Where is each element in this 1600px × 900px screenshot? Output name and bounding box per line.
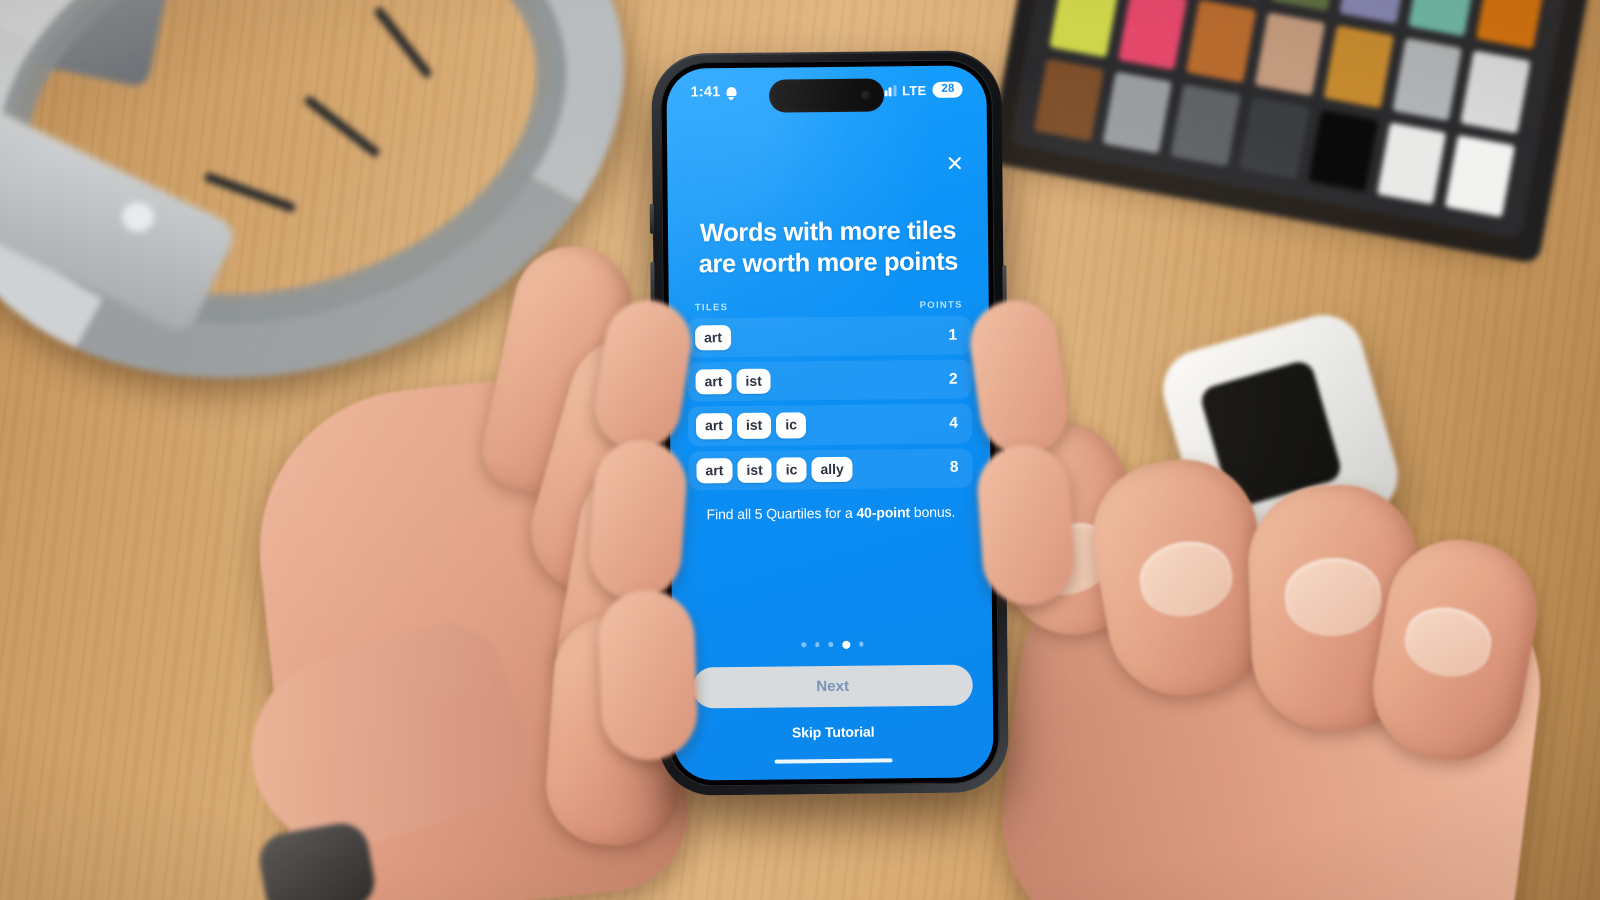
word-tile: ic	[776, 456, 807, 483]
word-tile: art	[695, 413, 733, 439]
word-tile: art	[696, 457, 733, 483]
page-dot[interactable]	[828, 642, 833, 647]
skip-tutorial-button[interactable]: Skip Tutorial	[693, 722, 973, 741]
word-tile: ic	[776, 412, 807, 439]
phone-screen: 1:41 LTE 28 Words with more tiles are wo…	[666, 65, 994, 781]
next-button[interactable]: Next	[692, 664, 973, 708]
word-tile: ist	[737, 457, 772, 483]
page-indicator[interactable]	[692, 639, 972, 650]
points-value: 4	[949, 414, 959, 432]
column-header-tiles: TILES	[694, 302, 729, 314]
word-tile: ist	[736, 368, 771, 395]
word-tile: art	[695, 369, 732, 395]
right-finger-front-2	[974, 441, 1078, 609]
table-row: art ist ic ally 8	[688, 448, 973, 491]
points-value: 1	[948, 326, 958, 344]
bonus-suffix: bonus.	[909, 503, 956, 520]
word-tile: art	[694, 325, 732, 351]
table-row: art ist 2	[687, 359, 972, 402]
tile-group: art ist ic	[695, 412, 807, 439]
points-value: 8	[949, 458, 959, 476]
battery-indicator: 28	[932, 81, 963, 98]
tile-rows-list: art 1 art ist 2 art ist ic 4 art ist ic ally 8	[686, 315, 973, 491]
left-finger-front-2	[586, 436, 690, 604]
points-value: 2	[948, 370, 958, 388]
bonus-text: Find all 5 Quartiles for a 40-point bonu…	[689, 503, 973, 522]
close-button[interactable]	[941, 150, 967, 176]
bonus-prefix: Find all 5 Quartiles for a	[706, 504, 857, 522]
word-tile: ist	[736, 413, 772, 439]
dynamic-island	[768, 78, 885, 113]
bonus-strong: 40-point	[856, 503, 911, 521]
bell-slash-icon	[725, 85, 737, 98]
tile-group: art	[694, 325, 732, 351]
bottom-bar: Next Skip Tutorial	[672, 639, 993, 781]
tile-group: art ist ic ally	[696, 456, 853, 483]
page-dot[interactable]	[841, 640, 850, 649]
left-finger-front-3	[597, 588, 699, 762]
page-dot[interactable]	[814, 642, 820, 647]
status-time: 1:41	[690, 84, 721, 101]
mute-switch[interactable]	[649, 203, 655, 234]
page-dot[interactable]	[858, 641, 864, 647]
home-indicator[interactable]	[774, 757, 893, 764]
table-row: art ist ic 4	[687, 403, 973, 446]
tile-group: art ist	[695, 368, 771, 395]
table-row: art 1	[686, 315, 972, 358]
page-dot[interactable]	[801, 642, 806, 648]
word-tile: ally	[811, 456, 853, 482]
page-title: Words with more tiles are worth more poi…	[698, 216, 959, 279]
iphone-device: 1:41 LTE 28 Words with more tiles are wo…	[649, 50, 1009, 796]
network-label: LTE	[901, 82, 927, 98]
close-icon	[948, 156, 961, 169]
column-header-points: POINTS	[919, 299, 963, 312]
